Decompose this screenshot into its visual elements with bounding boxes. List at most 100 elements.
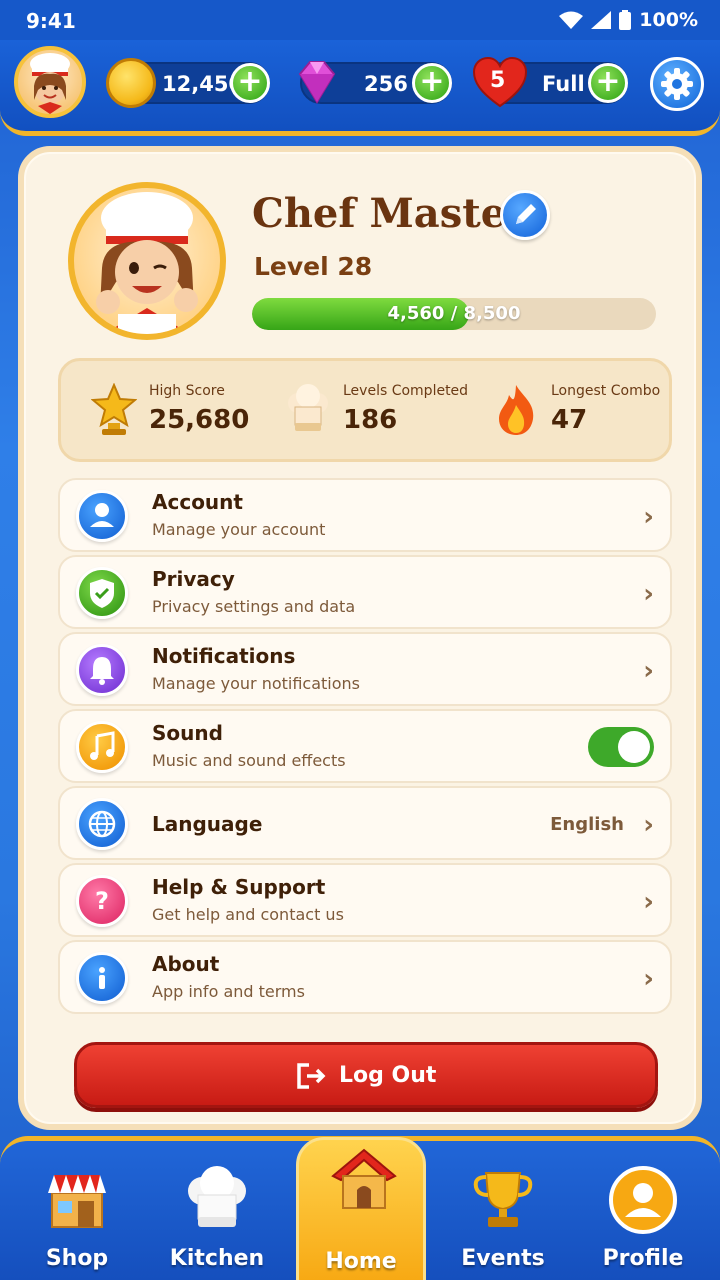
- nav-label: Kitchen: [169, 1246, 265, 1271]
- logout-button[interactable]: Log Out: [74, 1042, 658, 1108]
- menu-item-title: Help & Support: [152, 875, 326, 899]
- player-name: Chef Master: [252, 190, 528, 237]
- sound-toggle[interactable]: [588, 727, 654, 767]
- battery-percent: 100%: [639, 9, 698, 31]
- menu-item-subtitle: App info and terms: [152, 982, 305, 1001]
- nav-label: Home: [325, 1249, 397, 1274]
- bell-icon: [76, 644, 128, 696]
- stat-label: High Score: [149, 383, 225, 399]
- stat-levels-completed: Levels Completed 186: [285, 377, 475, 447]
- menu-item-title: About: [152, 952, 220, 976]
- menu-item-about[interactable]: About App info and terms ›: [58, 940, 672, 1014]
- stat-label: Longest Combo: [551, 383, 661, 399]
- stat-value: 186: [343, 405, 398, 435]
- player-avatar[interactable]: [14, 46, 86, 118]
- lives-counter: 5 Full +: [472, 56, 628, 108]
- nav-profile[interactable]: Profile: [578, 1151, 708, 1280]
- nav-home[interactable]: Home: [296, 1137, 426, 1280]
- menu-item-help[interactable]: ? Help & Support Get help and contact us…: [58, 863, 672, 937]
- add-gems-button[interactable]: +: [412, 63, 452, 103]
- stat-longest-combo: Longest Combo 47: [493, 377, 673, 447]
- heart-icon: 5: [472, 56, 528, 110]
- top-bar: 12,450 + 256 + 5 Full +: [0, 40, 720, 136]
- chef-portrait-icon: [96, 192, 198, 334]
- pencil-icon: [516, 204, 536, 224]
- settings-button[interactable]: [650, 57, 704, 111]
- menu-item-subtitle: Music and sound effects: [152, 751, 346, 770]
- toggle-knob: [618, 731, 650, 763]
- nav-events[interactable]: Events: [438, 1151, 568, 1280]
- wifi-icon: [559, 11, 584, 29]
- menu-item-subtitle: Manage your account: [152, 520, 326, 539]
- coin-icon: [106, 58, 156, 108]
- chevron-right-icon: ›: [643, 656, 654, 686]
- chevron-right-icon: ›: [643, 579, 654, 609]
- gear-icon: [661, 68, 693, 100]
- gems-counter: 256 +: [298, 61, 452, 104]
- person-icon: [609, 1166, 677, 1234]
- menu-item-account[interactable]: Account Manage your account ›: [58, 478, 672, 552]
- menu-item-title: Notifications: [152, 644, 296, 668]
- bottom-nav: Shop Kitchen Home Events Profile: [0, 1136, 720, 1280]
- star-trophy-icon: [91, 383, 137, 435]
- user-icon: [76, 490, 128, 542]
- menu-item-title: Privacy: [152, 567, 235, 591]
- stats-panel: High Score 25,680 Levels Completed 186 L…: [58, 358, 672, 462]
- menu-item-title: Language: [152, 812, 263, 836]
- stat-value: 47: [551, 405, 588, 435]
- xp-progress-text: 4,560 / 8,500: [387, 303, 521, 324]
- lives-status: Full: [542, 72, 585, 96]
- language-value: English: [550, 814, 624, 835]
- gem-icon: [298, 61, 336, 104]
- chevron-right-icon: ›: [643, 964, 654, 994]
- info-icon: [76, 952, 128, 1004]
- shield-icon: [76, 567, 128, 619]
- nav-kitchen[interactable]: Kitchen: [152, 1151, 282, 1280]
- stat-value: 25,680: [149, 405, 250, 435]
- nav-label: Shop: [45, 1246, 109, 1271]
- profile-avatar[interactable]: [68, 182, 226, 340]
- shop-icon: [48, 1175, 106, 1228]
- menu-item-subtitle: Manage your notifications: [152, 674, 361, 693]
- nav-shop[interactable]: Shop: [12, 1151, 142, 1280]
- profile-card: Chef Master Level 28 4,560 / 8,500 High …: [18, 146, 702, 1130]
- chef-hat-icon: [188, 1166, 246, 1227]
- chevron-right-icon: ›: [643, 502, 654, 532]
- question-icon: ?: [76, 875, 128, 927]
- player-level: Level 28: [254, 252, 373, 281]
- nav-label: Events: [461, 1246, 545, 1271]
- chef-hat-icon: [288, 384, 328, 431]
- svg-text:?: ?: [95, 887, 109, 915]
- add-coins-button[interactable]: +: [230, 63, 270, 103]
- menu-item-subtitle: Get help and contact us: [152, 905, 344, 924]
- add-lives-button[interactable]: +: [588, 63, 628, 103]
- edit-name-button[interactable]: [500, 190, 550, 240]
- nav-label: Profile: [602, 1246, 684, 1271]
- signal-icon: [591, 11, 612, 29]
- chevron-right-icon: ›: [643, 810, 654, 840]
- stat-high-score: High Score 25,680: [91, 377, 261, 447]
- lives-count: 5: [490, 68, 506, 93]
- logout-icon: [297, 1063, 326, 1089]
- menu-item-title: Sound: [152, 721, 223, 745]
- menu-item-title: Account: [152, 490, 243, 514]
- menu-item-sound: Sound Music and sound effects: [58, 709, 672, 783]
- coins-counter: 12,450 +: [106, 58, 270, 108]
- chef-avatar-icon: [30, 53, 70, 114]
- menu-item-notifications[interactable]: Notifications Manage your notifications …: [58, 632, 672, 706]
- status-bar: 9:41 100%: [0, 0, 720, 40]
- xp-progress-bar: 4,560 / 8,500: [252, 298, 656, 330]
- trophy-icon: [473, 1172, 533, 1227]
- fire-icon: [499, 385, 534, 435]
- music-note-icon: [76, 721, 128, 773]
- status-time: 9:41: [26, 9, 76, 33]
- menu-item-subtitle: Privacy settings and data: [152, 597, 356, 616]
- globe-icon: [76, 798, 128, 850]
- chevron-right-icon: ›: [643, 887, 654, 917]
- gems-value: 256: [364, 72, 408, 96]
- battery-icon: [619, 10, 632, 30]
- stat-label: Levels Completed: [343, 383, 469, 399]
- menu-item-privacy[interactable]: Privacy Privacy settings and data ›: [58, 555, 672, 629]
- logout-label: Log Out: [339, 1063, 437, 1088]
- menu-item-language[interactable]: Language English ›: [58, 786, 672, 860]
